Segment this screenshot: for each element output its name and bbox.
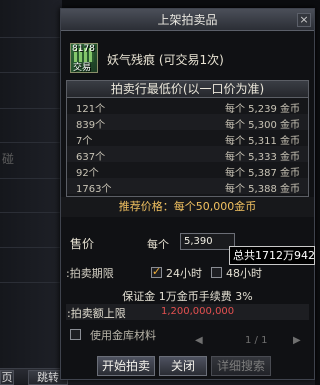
row-count: 7个	[76, 136, 93, 147]
price-input[interactable]	[180, 233, 235, 250]
background-panel	[0, 0, 62, 385]
period-48h-label[interactable]: 48小时	[226, 265, 262, 281]
row-price: 每个 5,239 金币	[225, 104, 300, 115]
row-count: 121个	[76, 104, 106, 115]
item-name: 妖气残痕 (可交易1次)	[107, 53, 224, 67]
total-price-tooltip: 总共1712万9420	[229, 246, 315, 265]
row-price: 每个 5,333 金币	[225, 152, 300, 163]
use-vault-label[interactable]: 使用金库材料	[90, 327, 156, 343]
price-row: 637个 每个 5,333 金币	[67, 146, 308, 163]
row-price: 每个 5,300 金币	[225, 120, 300, 131]
background-divider	[0, 142, 62, 143]
row-count: 839个	[76, 120, 106, 131]
next-page-icon[interactable]: ▶	[293, 335, 301, 346]
close-icon[interactable]: ×	[297, 13, 311, 27]
row-price: 每个 5,311 金币	[225, 136, 300, 147]
background-divider	[0, 72, 62, 73]
recommended-price: 推荐价格：每个50,000金币	[61, 197, 314, 217]
start-auction-button[interactable]: 开始拍卖	[97, 356, 155, 376]
pager: ◀ 1 / 1 ▶	[189, 335, 307, 349]
period-label: :拍卖期限	[66, 267, 114, 280]
price-row: 7个 每个 5,311 金币	[67, 130, 308, 147]
item-tradable-tag: 交易	[73, 63, 92, 73]
row-count: 1763个	[76, 184, 112, 195]
price-row: 121个 每个 5,239 金币	[67, 98, 308, 115]
close-button[interactable]: 关闭	[159, 356, 207, 376]
dialog-title-bar[interactable]: 上架拍卖品 ×	[61, 9, 314, 31]
background-text: 碰	[2, 152, 15, 166]
auction-limit-value: 1,200,000,000	[161, 306, 235, 317]
prev-page-icon[interactable]: ◀	[195, 335, 203, 346]
row-price: 每个 5,388 金币	[225, 184, 300, 195]
auction-limit-label: :拍卖额上限	[67, 307, 126, 320]
row-price: 每个 5,387 金币	[225, 168, 300, 179]
lowest-price-header: 拍卖行最低价(以一口价为准)	[67, 81, 308, 98]
use-vault-checkbox[interactable]	[70, 329, 81, 340]
page-label: 页	[0, 370, 14, 385]
page-indicator: 1 / 1	[245, 335, 268, 346]
price-label: 售价	[70, 237, 95, 251]
item-count: 8178	[72, 44, 95, 54]
background-divider	[0, 178, 62, 179]
price-row: 839个 每个 5,300 金币	[67, 114, 308, 131]
dialog-title: 上架拍卖品	[157, 13, 218, 27]
background-divider	[0, 212, 62, 213]
auction-limit-row: :拍卖额上限 1,200,000,000	[66, 304, 309, 320]
background-divider	[0, 108, 62, 109]
list-auction-dialog: 上架拍卖品 × 8178 交易 妖气残痕 (可交易1次) 拍卖行最低价(以一口价…	[60, 8, 315, 380]
period-24h-checkbox[interactable]	[151, 265, 162, 278]
background-divider	[0, 282, 62, 283]
row-count: 92个	[76, 168, 99, 179]
price-unit-label: 每个	[147, 238, 169, 251]
period-24h-label[interactable]: 24小时	[166, 265, 202, 281]
deposit-and-fee: 保证金 1万金币手续费 3%	[122, 290, 253, 303]
price-row: 92个 每个 5,387 金币	[67, 162, 308, 179]
detail-search-button[interactable]: 详细搜索	[211, 356, 271, 376]
background-divider	[0, 37, 62, 38]
lowest-price-panel: 拍卖行最低价(以一口价为准) 121个 每个 5,239 金币 839个 每个 …	[66, 80, 309, 197]
period-48h-checkbox[interactable]	[211, 267, 222, 278]
row-count: 637个	[76, 152, 106, 163]
background-divider	[0, 247, 62, 248]
price-row: 1763个 每个 5,388 金币	[67, 178, 308, 195]
